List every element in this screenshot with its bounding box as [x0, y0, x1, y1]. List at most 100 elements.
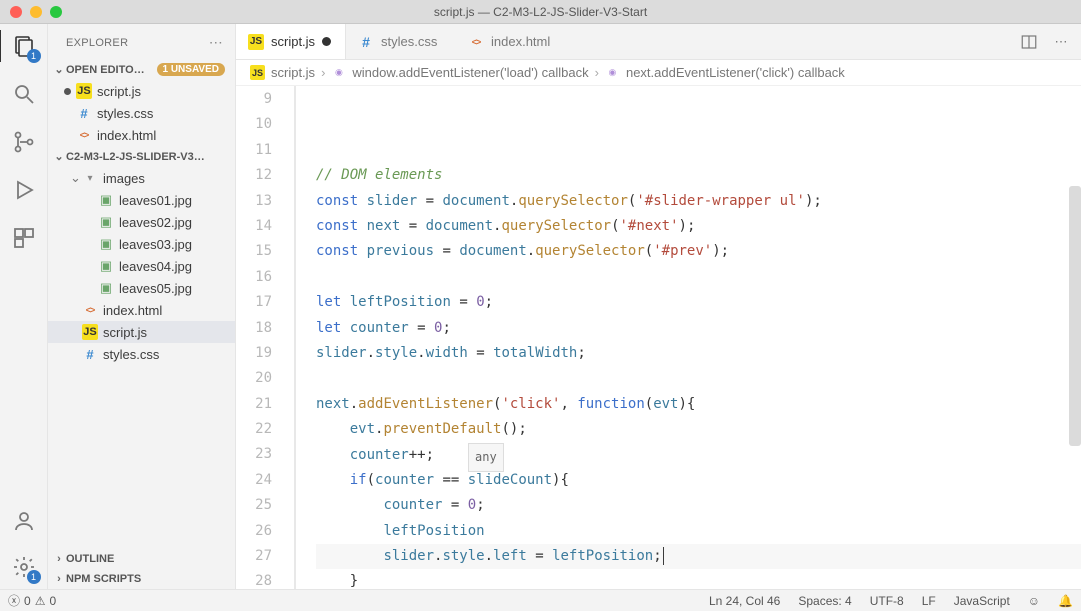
line-number: 17 [236, 290, 272, 315]
file-item[interactable]: leaves04.jpg [48, 255, 235, 277]
warning-icon: ⚠ [35, 594, 46, 608]
file-name-label: script.js [97, 84, 141, 99]
status-language[interactable]: JavaScript [954, 594, 1010, 608]
html-file-icon [468, 34, 484, 50]
line-number: 18 [236, 316, 272, 341]
code-line[interactable]: evt.preventDefault(); [316, 417, 1081, 442]
breadcrumb-seg1[interactable]: window.addEventListener('load') callback [352, 65, 588, 80]
image-file-icon [98, 214, 114, 230]
html-file-icon [82, 302, 98, 318]
line-number: 26 [236, 519, 272, 544]
code-line[interactable]: counter = 0; [316, 493, 1081, 518]
file-item[interactable]: leaves02.jpg [48, 211, 235, 233]
npm-scripts-section[interactable]: › NPM SCRIPTS [48, 569, 235, 589]
status-errors[interactable]: ⓧ0 ⚠0 [8, 592, 56, 609]
minimize-window-icon[interactable] [30, 6, 42, 18]
sidebar-title: EXPLORER [66, 37, 128, 49]
error-icon: ⓧ [8, 592, 20, 609]
run-debug-icon[interactable] [10, 176, 38, 204]
file-item[interactable]: styles.css [48, 343, 235, 365]
tab-bar: JSscript.js styles.css index.html ⋯ [236, 24, 1081, 60]
code-line[interactable]: const next = document.querySelector('#ne… [316, 214, 1081, 239]
code-line[interactable]: if(counter == slideCount){ [316, 468, 1081, 493]
code-line[interactable] [316, 366, 1081, 391]
search-icon[interactable] [10, 80, 38, 108]
scrollbar-thumb[interactable] [1069, 186, 1081, 446]
image-file-icon [98, 236, 114, 252]
code-line[interactable]: let leftPosition = 0; [316, 290, 1081, 315]
line-number: 9 [236, 87, 272, 112]
status-spaces[interactable]: Spaces: 4 [798, 594, 851, 608]
outline-section[interactable]: › OUTLINE [48, 549, 235, 569]
status-cursor[interactable]: Ln 24, Col 46 [709, 594, 780, 608]
open-editor-item[interactable]: styles.css [48, 102, 235, 124]
open-editors-section[interactable]: ⌄ OPEN EDITO… 1 UNSAVED [48, 59, 235, 80]
editor-more-icon[interactable]: ⋯ [1051, 32, 1071, 52]
line-number: 15 [236, 239, 272, 264]
breadcrumb[interactable]: JS script.js › window.addEventListener('… [236, 60, 1081, 86]
code-line[interactable]: const previous = document.querySelector(… [316, 239, 1081, 264]
code-line[interactable]: // DOM elements [316, 163, 1081, 188]
editor-tab[interactable]: index.html [456, 24, 566, 59]
code-line[interactable]: } [316, 569, 1081, 589]
js-file-icon: JS [248, 34, 264, 50]
explorer-icon[interactable]: 1 [10, 32, 38, 60]
file-item[interactable]: index.html [48, 299, 235, 321]
file-item[interactable]: leaves05.jpg [48, 277, 235, 299]
status-encoding[interactable]: UTF-8 [870, 594, 904, 608]
tab-label: styles.css [381, 34, 437, 49]
maximize-window-icon[interactable] [50, 6, 62, 18]
file-item[interactable]: leaves03.jpg [48, 233, 235, 255]
code-line[interactable]: counter++; [316, 443, 1081, 468]
code-line[interactable]: const slider = document.querySelector('#… [316, 189, 1081, 214]
tab-label: index.html [491, 34, 550, 49]
project-section[interactable]: ⌄ C2-M3-L2-JS-SLIDER-V3… [48, 146, 235, 167]
status-bar: ⓧ0 ⚠0 Ln 24, Col 46 Spaces: 4 UTF-8 LF J… [0, 589, 1081, 611]
open-editors-label: OPEN EDITO… [66, 64, 145, 76]
outline-label: OUTLINE [66, 553, 114, 565]
css-file-icon [76, 105, 92, 121]
chevron-right-icon: › [52, 573, 66, 585]
status-feedback-icon[interactable]: ☺ [1028, 594, 1040, 608]
code-editor[interactable]: 910111213141516171819202122232425262728 … [236, 86, 1081, 589]
split-editor-icon[interactable] [1019, 32, 1039, 52]
line-number: 19 [236, 341, 272, 366]
editor-tab[interactable]: JSscript.js [236, 24, 346, 59]
code-line[interactable]: let counter = 0; [316, 316, 1081, 341]
source-control-icon[interactable] [10, 128, 38, 156]
activity-bar: 1 1 [0, 24, 48, 589]
code-line[interactable]: slider.style.width = totalWidth; [316, 341, 1081, 366]
breadcrumb-file[interactable]: script.js [271, 65, 315, 80]
file-name-label: leaves02.jpg [119, 215, 192, 230]
file-item[interactable]: leaves01.jpg [48, 189, 235, 211]
status-eol[interactable]: LF [922, 594, 936, 608]
project-label: C2-M3-L2-JS-SLIDER-V3… [66, 151, 205, 163]
status-notifications-icon[interactable]: 🔔 [1058, 594, 1073, 608]
open-editor-item[interactable]: JSscript.js [48, 80, 235, 102]
close-window-icon[interactable] [10, 6, 22, 18]
folder-item[interactable]: ⌄images [48, 167, 235, 189]
file-item[interactable]: JSscript.js [48, 321, 235, 343]
code-line[interactable]: slider.style.left = leftPosition; [316, 544, 1081, 569]
open-editor-item[interactable]: index.html [48, 124, 235, 146]
line-number: 21 [236, 392, 272, 417]
extensions-icon[interactable] [10, 224, 38, 252]
editor-tab[interactable]: styles.css [346, 24, 456, 59]
symbol-icon [331, 65, 346, 80]
line-number: 23 [236, 442, 272, 467]
sidebar-more-icon[interactable]: ⋯ [209, 34, 223, 51]
code-line[interactable]: next.addEventListener('click', function(… [316, 392, 1081, 417]
settings-gear-icon[interactable]: 1 [10, 553, 38, 581]
line-number: 10 [236, 112, 272, 137]
settings-badge: 1 [27, 570, 41, 584]
dirty-dot-icon [322, 37, 331, 46]
code-line[interactable] [316, 265, 1081, 290]
sidebar: EXPLORER ⋯ ⌄ OPEN EDITO… 1 UNSAVED JSscr… [48, 24, 236, 589]
account-icon[interactable] [10, 507, 38, 535]
window-title: script.js — C2-M3-L2-JS-Slider-V3-Start [0, 5, 1081, 19]
chevron-down-icon: ⌄ [52, 150, 66, 163]
chevron-down-icon: ⌄ [70, 170, 82, 186]
code-line[interactable]: leftPosition [316, 519, 1081, 544]
dirty-dot-icon [64, 88, 71, 95]
breadcrumb-seg2[interactable]: next.addEventListener('click') callback [626, 65, 845, 80]
